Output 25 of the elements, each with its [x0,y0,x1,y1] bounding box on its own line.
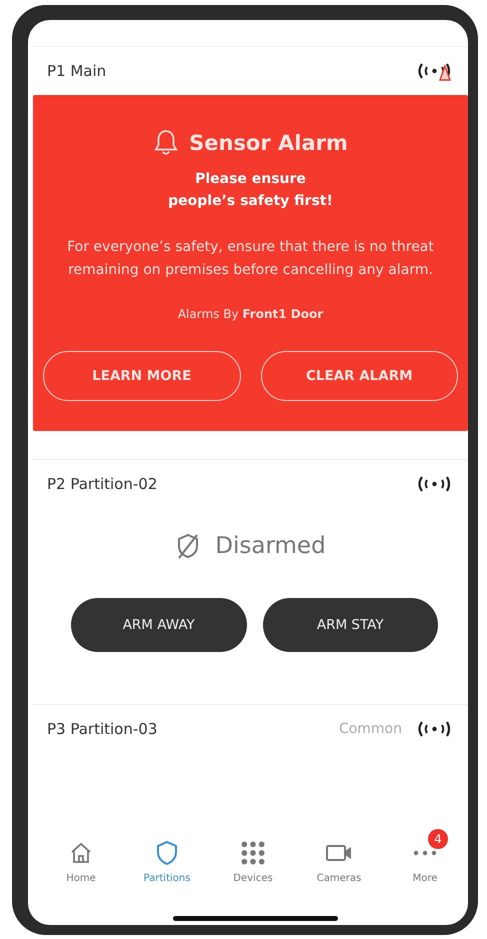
alarm-action-button[interactable]: CLEAR ALARM [260,351,458,402]
shield-icon [155,840,179,866]
more-icon [412,849,438,857]
tab[interactable]: Partitions [124,825,210,884]
tab[interactable]: Cameras [296,825,382,884]
tab[interactable]: 4 More [382,825,468,884]
alarm-message: For everyone’s safety, ensure that there is no threat remaining on premises before cancelling any alarm. [66,238,435,280]
arm-button[interactable]: ARM STAY [262,598,438,652]
tab[interactable]: Home [38,825,124,884]
partition-status: Disarmed [215,533,326,560]
partition-name: P3 Partition-03 [47,720,158,738]
alarm-source: Alarms By Front1 Door [176,307,324,322]
alarm-headline: Please ensure people’s safety first! [167,170,334,211]
home-icon [69,841,93,865]
arm-button[interactable]: ARM AWAY [71,598,246,652]
partition-name: P2 Partition-02 [47,475,158,494]
notification-badge: 4 [428,829,448,849]
alarm-title: Sensor Alarm [189,131,348,155]
alarm-action-button[interactable]: LEARN MORE [43,351,240,402]
bell-icon [153,129,180,157]
video-camera-icon [325,843,353,863]
grid-icon [240,840,266,866]
partition-name: P1 Main [47,62,108,80]
partition-tag: Common [338,721,402,738]
tab[interactable]: Devices [210,825,296,884]
